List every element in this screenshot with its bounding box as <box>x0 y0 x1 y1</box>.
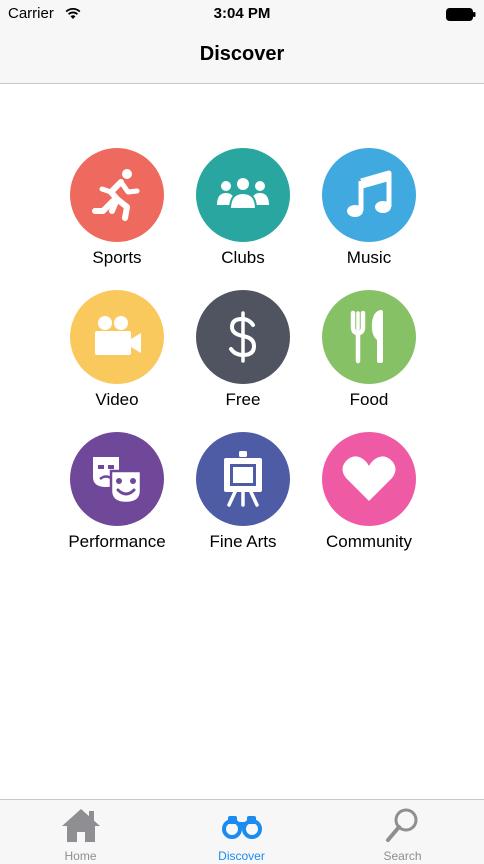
tab-label: Discover <box>218 849 265 863</box>
category-label: Free <box>225 390 261 409</box>
category-label: Food <box>349 390 389 409</box>
group-people-icon <box>217 176 269 210</box>
category-circle <box>70 432 164 526</box>
category-label: Community <box>326 532 412 551</box>
category-circle <box>196 432 290 526</box>
category-community[interactable]: Community <box>306 432 432 552</box>
category-video[interactable]: Video <box>54 290 180 410</box>
category-circle <box>322 290 416 384</box>
tab-search[interactable]: Search <box>322 800 483 864</box>
category-label: Performance <box>68 532 166 551</box>
category-sports[interactable]: Sports <box>54 148 180 268</box>
easel-painting-icon <box>224 451 262 507</box>
category-grid: Sports Clubs Music Video Free Food Perfo… <box>54 148 432 552</box>
home-icon <box>61 809 100 842</box>
status-bar: Carrier 3:04 PM <box>0 0 484 28</box>
category-label: Sports <box>92 248 142 267</box>
category-circle <box>70 290 164 384</box>
category-label: Clubs <box>221 248 265 267</box>
magnifier-icon <box>385 808 417 842</box>
category-label: Video <box>95 390 139 409</box>
dollar-sign-icon <box>229 311 257 363</box>
tab-home[interactable]: Home <box>0 800 161 864</box>
status-time: 3:04 PM <box>213 5 271 22</box>
category-circle <box>322 148 416 242</box>
category-circle <box>70 148 164 242</box>
category-circle <box>322 432 416 526</box>
heart-icon <box>342 456 396 501</box>
category-circle <box>196 290 290 384</box>
running-person-icon <box>92 169 140 221</box>
category-label: Fine Arts <box>209 532 277 551</box>
app-screen: Carrier 3:04 PM Discover Sports Clubs Mu… <box>0 0 484 864</box>
fork-knife-icon <box>350 310 383 364</box>
category-free[interactable]: Free <box>180 290 306 410</box>
theater-masks-icon <box>93 457 143 505</box>
video-camera-icon <box>95 316 141 355</box>
music-note-icon <box>347 170 392 217</box>
battery-icon <box>446 8 476 21</box>
tab-bar: Home Discover Search <box>0 799 484 864</box>
category-fine-arts[interactable]: Fine Arts <box>180 432 306 552</box>
tab-label: Home <box>64 849 97 863</box>
category-food[interactable]: Food <box>306 290 432 410</box>
category-label: Music <box>346 248 392 267</box>
tab-discover[interactable]: Discover <box>161 800 322 864</box>
category-circle <box>196 148 290 242</box>
page-title: Discover <box>199 43 285 65</box>
category-performance[interactable]: Performance <box>54 432 180 552</box>
tab-label: Search <box>383 849 422 863</box>
binoculars-icon <box>221 816 262 839</box>
category-clubs[interactable]: Clubs <box>180 148 306 268</box>
category-music[interactable]: Music <box>306 148 432 268</box>
navigation-bar: Discover <box>0 28 484 84</box>
